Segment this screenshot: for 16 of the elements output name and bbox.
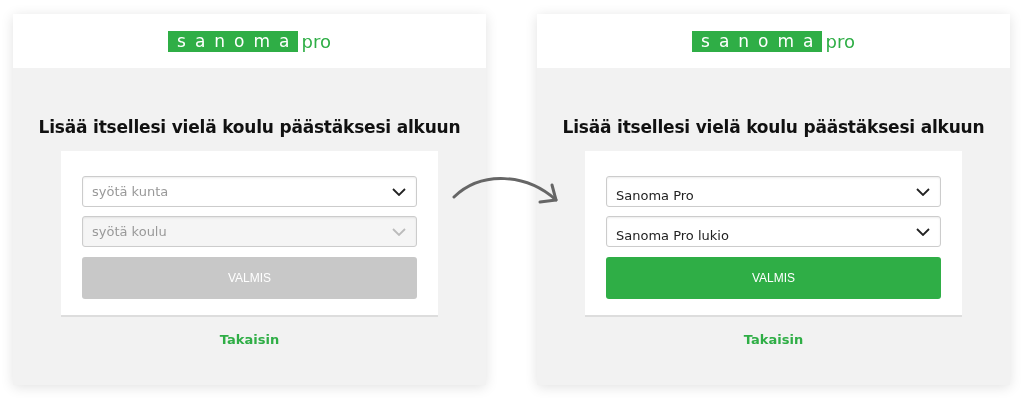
logo-suffix: pro	[301, 30, 331, 52]
chevron-icon	[916, 187, 930, 196]
dropdown-field[interactable]: syötä kunta	[82, 176, 417, 207]
chevron-icon	[392, 187, 406, 196]
logo-suffix: pro	[825, 30, 855, 52]
back-link[interactable]: Takaisin	[219, 332, 280, 347]
dropdown-field[interactable]: Sanoma Pro	[606, 176, 941, 207]
chevron-icon	[916, 227, 930, 236]
page-heading: Lisää itsellesi vielä koulu päästäksesi alkuun	[562, 117, 985, 137]
page-heading: Lisää itsellesi vielä koulu päästäksesi alkuun	[38, 117, 461, 137]
logo-wordmark: sanoma	[692, 30, 823, 52]
chevron-icon	[392, 227, 406, 236]
dropdown-field[interactable]: Sanoma Pro lukio	[606, 216, 941, 247]
logo-wordmark: sanoma	[168, 30, 299, 52]
done-button[interactable]: VALMIS	[606, 257, 941, 299]
back-link[interactable]: Takaisin	[743, 332, 804, 347]
